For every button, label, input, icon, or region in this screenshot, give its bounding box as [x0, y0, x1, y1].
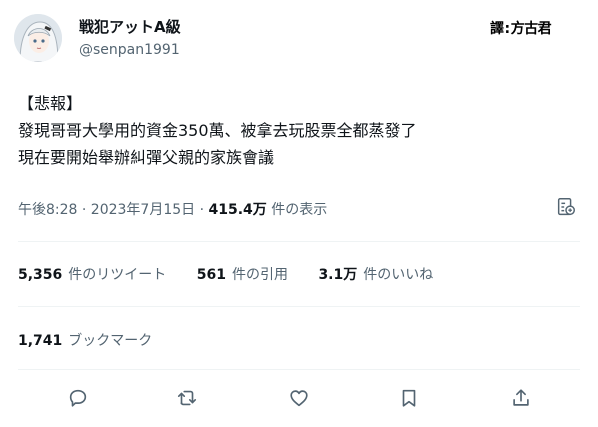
divider [18, 306, 580, 307]
watermark-prefix: 譯 [490, 21, 504, 37]
tweet-line: 現在要開始舉辦糾彈父親的家族會議 [18, 148, 275, 167]
retweets-label: 件のリツイート [68, 267, 167, 283]
views-count: 415.4万 [208, 202, 267, 218]
tweet-meta: 午後8:28 · 2023年7月15日 · 415.4万 件の表示 [18, 199, 327, 219]
likes-count: 3.1万 [318, 267, 358, 283]
tweet-text: 【悲報】 發現哥哥大學用的資金350萬、被拿去玩股票全都蒸發了 現在要開始舉辦糾… [18, 90, 583, 171]
meta-dot: · [199, 202, 205, 218]
bookmarks-stat[interactable]: 1,741 ブックマーク [18, 330, 152, 350]
likes-stat[interactable]: 3.1万 件のいいね [318, 267, 433, 283]
translator-watermark: 譯:方古君 [490, 18, 552, 38]
retweet-icon [177, 390, 197, 406]
bookmarks-count: 1,741 [18, 333, 63, 349]
action-bar [0, 380, 598, 416]
watermark-separator: : [504, 21, 511, 37]
like-icon [290, 390, 308, 407]
divider [18, 369, 580, 370]
avatar[interactable] [14, 14, 62, 62]
display-name[interactable]: 戦犯アットA級 [79, 16, 181, 37]
quotes-stat[interactable]: 561 件の引用 [197, 267, 288, 283]
tweet-line: 發現哥哥大學用的資金350萬、被拿去玩股票全都蒸發了 [18, 121, 417, 140]
reply-button[interactable] [64, 384, 92, 412]
watermark-name: 方古君 [510, 21, 552, 37]
share-button[interactable] [507, 384, 535, 412]
analytics-icon[interactable] [555, 196, 577, 218]
like-button[interactable] [285, 384, 313, 412]
views-label: 件の表示 [271, 202, 328, 218]
quotes-label: 件の引用 [231, 267, 288, 283]
retweets-stat[interactable]: 5,356 件のリツイート [18, 267, 166, 283]
share-icon [513, 389, 529, 406]
user-handle[interactable]: @senpan1991 [79, 42, 180, 58]
retweet-button[interactable] [173, 384, 201, 412]
bookmarks-label: ブックマーク [68, 333, 153, 349]
retweets-count: 5,356 [18, 267, 63, 283]
reply-icon [69, 389, 87, 407]
bookmark-icon [402, 389, 416, 407]
bookmark-button[interactable] [395, 384, 423, 412]
anime-avatar-icon [14, 14, 62, 62]
divider [18, 241, 580, 242]
quotes-count: 561 [196, 267, 226, 283]
timestamp-link[interactable]: 午後8:28 · 2023年7月15日 [18, 202, 195, 218]
likes-label: 件のいいね [363, 267, 434, 283]
engagement-stats: 5,356 件のリツイート 561 件の引用 3.1万 件のいいね [18, 264, 459, 284]
tweet-line: 【悲報】 [18, 94, 83, 113]
